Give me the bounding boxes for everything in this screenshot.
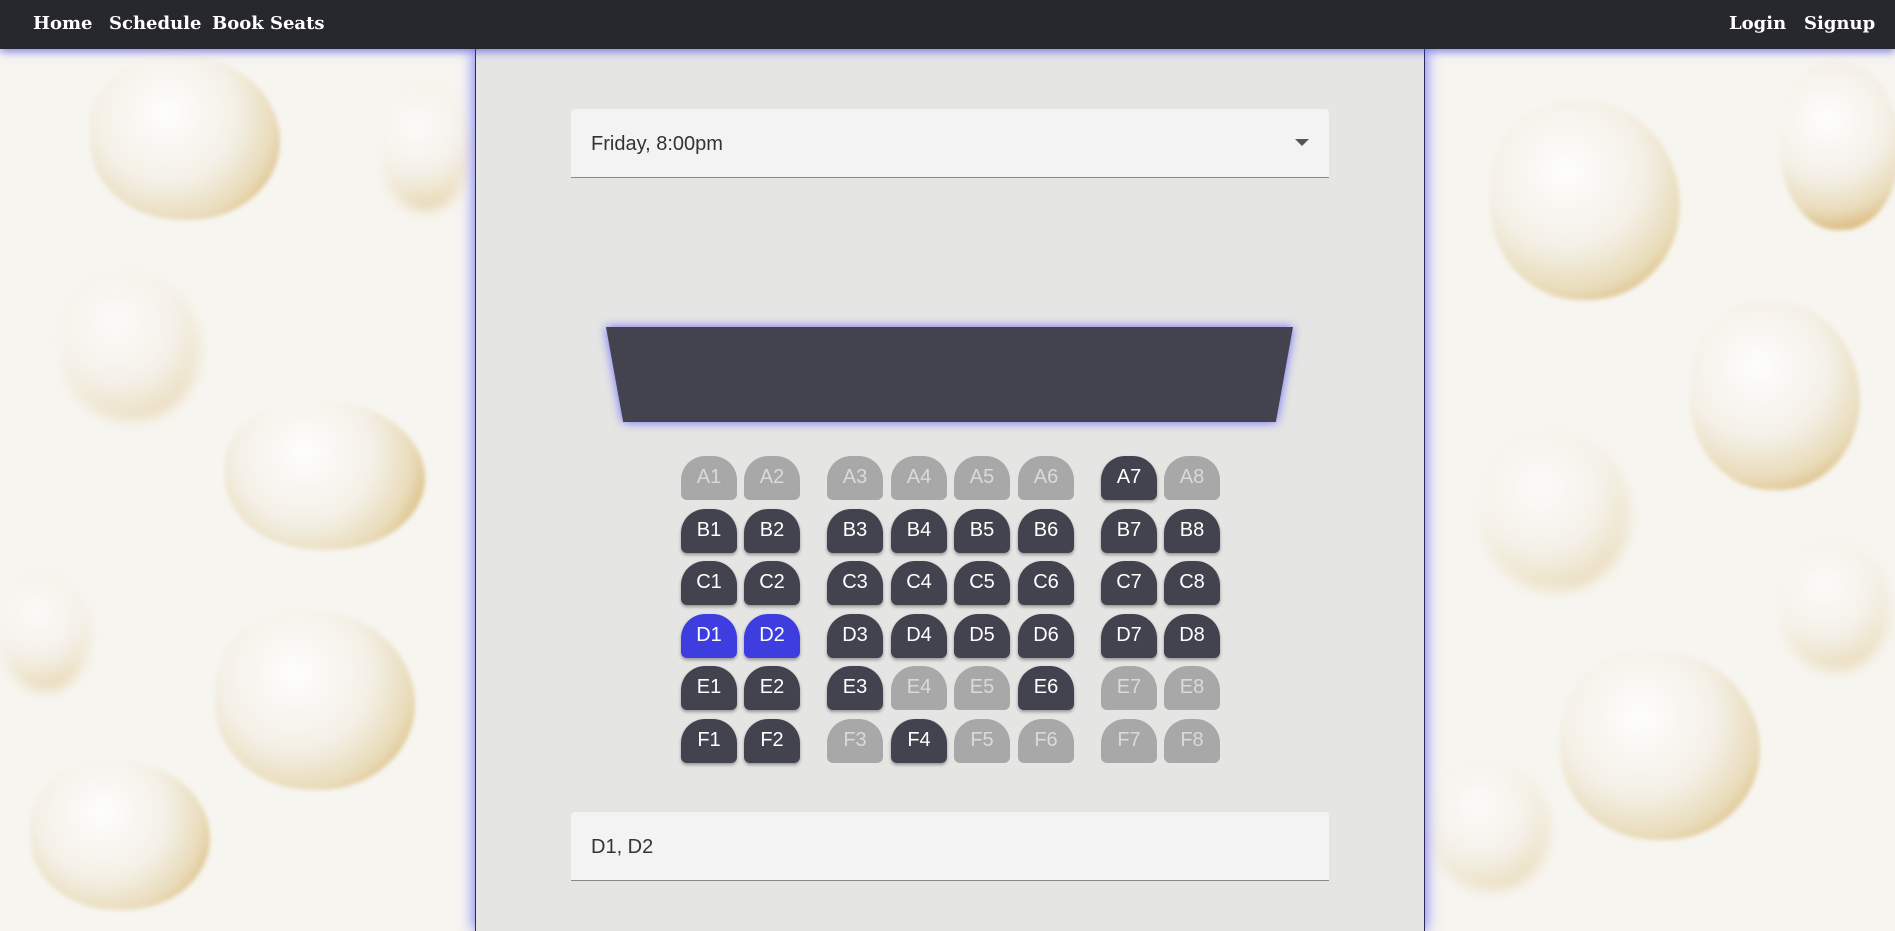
nav-login-link[interactable]: Login [1729, 13, 1786, 34]
showtime-select-value: Friday, 8:00pm [591, 133, 723, 155]
seat-f7: F7 [1101, 719, 1157, 763]
seat-c3[interactable]: C3 [827, 561, 883, 605]
selected-seats-field[interactable]: D1, D2 [571, 812, 1329, 881]
nav-signup-link[interactable]: Signup [1804, 13, 1875, 34]
seat-b2[interactable]: B2 [744, 509, 800, 553]
seat-f8: F8 [1164, 719, 1220, 763]
booking-panel: Friday, 8:00pm A1 A2 A3 A4 A5 A6 A7 A8 B1 B2 B3 B4 B… [475, 49, 1425, 931]
seat-a7[interactable]: A7 [1101, 456, 1157, 500]
seat-c1[interactable]: C1 [681, 561, 737, 605]
nav-home-link[interactable]: Home [33, 13, 93, 34]
theater-screen [606, 327, 1293, 422]
seat-a5: A5 [954, 456, 1010, 500]
seat-e1[interactable]: E1 [681, 666, 737, 710]
seat-b6[interactable]: B6 [1018, 509, 1074, 553]
seat-e4: E4 [891, 666, 947, 710]
seat-f2[interactable]: F2 [744, 719, 800, 763]
seat-f3: F3 [827, 719, 883, 763]
seat-b7[interactable]: B7 [1101, 509, 1157, 553]
seat-b4[interactable]: B4 [891, 509, 947, 553]
seat-a8: A8 [1164, 456, 1220, 500]
top-navbar: Home Schedule Book Seats Login Signup [0, 0, 1895, 49]
seat-d5[interactable]: D5 [954, 614, 1010, 658]
seat-c2[interactable]: C2 [744, 561, 800, 605]
seat-e6[interactable]: E6 [1018, 666, 1074, 710]
seat-d3[interactable]: D3 [827, 614, 883, 658]
seat-b3[interactable]: B3 [827, 509, 883, 553]
seat-b8[interactable]: B8 [1164, 509, 1220, 553]
seat-f6: F6 [1018, 719, 1074, 763]
seat-a6: A6 [1018, 456, 1074, 500]
seat-e8: E8 [1164, 666, 1220, 710]
seat-d6[interactable]: D6 [1018, 614, 1074, 658]
seat-d8[interactable]: D8 [1164, 614, 1220, 658]
seat-e7: E7 [1101, 666, 1157, 710]
seat-e3[interactable]: E3 [827, 666, 883, 710]
seat-a1: A1 [681, 456, 737, 500]
seat-d7[interactable]: D7 [1101, 614, 1157, 658]
seat-d2[interactable]: D2 [744, 614, 800, 658]
seat-a2: A2 [744, 456, 800, 500]
seat-c7[interactable]: C7 [1101, 561, 1157, 605]
seat-d4[interactable]: D4 [891, 614, 947, 658]
selected-seats-value: D1, D2 [591, 836, 654, 858]
seat-c6[interactable]: C6 [1018, 561, 1074, 605]
seat-d1[interactable]: D1 [681, 614, 737, 658]
nav-schedule-link[interactable]: Schedule [109, 13, 201, 34]
seat-a3: A3 [827, 456, 883, 500]
showtime-select[interactable]: Friday, 8:00pm [571, 109, 1329, 178]
nav-book-seats-link[interactable]: Book Seats [212, 13, 325, 34]
seat-c8[interactable]: C8 [1164, 561, 1220, 605]
chevron-down-icon[interactable] [1295, 139, 1309, 146]
seat-e2[interactable]: E2 [744, 666, 800, 710]
seat-f1[interactable]: F1 [681, 719, 737, 763]
theater-screen-shape [606, 327, 1293, 422]
seat-b1[interactable]: B1 [681, 509, 737, 553]
seat-f5: F5 [954, 719, 1010, 763]
seat-c4[interactable]: C4 [891, 561, 947, 605]
seat-f4[interactable]: F4 [891, 719, 947, 763]
seat-a4: A4 [891, 456, 947, 500]
seat-e5: E5 [954, 666, 1010, 710]
seat-c5[interactable]: C5 [954, 561, 1010, 605]
seat-b5[interactable]: B5 [954, 509, 1010, 553]
